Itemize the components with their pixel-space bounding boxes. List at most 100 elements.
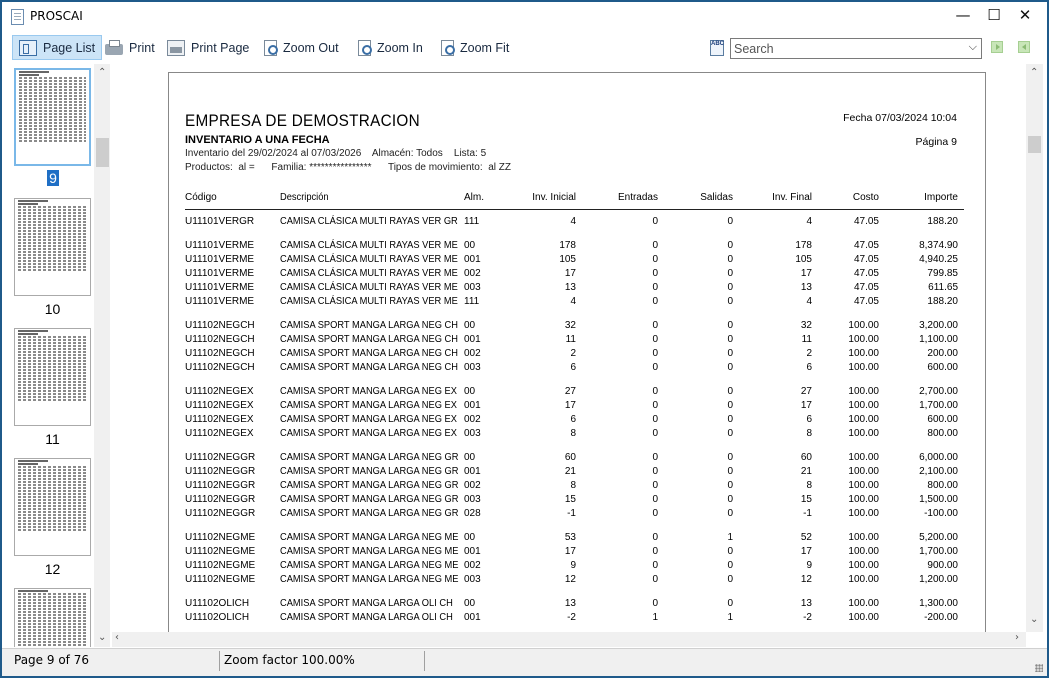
zoom-in-button[interactable]: Zoom In bbox=[352, 35, 429, 60]
maximize-button[interactable]: ☐ bbox=[977, 4, 1011, 28]
zoom-fit-button[interactable]: Zoom Fit bbox=[435, 35, 515, 60]
cell-inv-final: 27 bbox=[800, 386, 812, 397]
cell-entradas: 0 bbox=[652, 296, 658, 307]
thumbnail-page-number[interactable]: 10 bbox=[14, 301, 91, 317]
page-thumbnail[interactable] bbox=[14, 328, 91, 426]
cell-salidas: 0 bbox=[727, 400, 733, 411]
cell-costo: 100.00 bbox=[848, 546, 879, 557]
cell-inv-final: 9 bbox=[806, 560, 812, 571]
cell-codigo: U11101VERME bbox=[185, 282, 255, 293]
scroll-down-icon[interactable]: ⌄ bbox=[98, 632, 106, 643]
cell-salidas: 0 bbox=[727, 268, 733, 279]
search-combobox[interactable]: Search ⌵ bbox=[730, 38, 982, 59]
cell-codigo: U11102NEGME bbox=[185, 574, 256, 585]
cell-inv-final: 15 bbox=[800, 494, 812, 505]
thumbnail-scrollbar-handle[interactable] bbox=[96, 138, 109, 167]
cell-costo: 100.00 bbox=[848, 452, 879, 463]
thumbnail-page-number[interactable]: 11 bbox=[14, 431, 91, 447]
cell-importe: 600.00 bbox=[927, 414, 958, 425]
cell-almacen: 002 bbox=[464, 268, 481, 279]
page-thumbnail[interactable] bbox=[14, 588, 91, 647]
thumbnail-page-number[interactable]: 12 bbox=[14, 561, 91, 577]
report-title: INVENTARIO A UNA FECHA bbox=[185, 134, 330, 146]
scroll-right-icon[interactable]: › bbox=[1015, 632, 1019, 643]
cell-salidas: 0 bbox=[727, 508, 733, 519]
page-thumbnail[interactable] bbox=[14, 68, 91, 166]
cell-inv-final: 178 bbox=[795, 240, 812, 251]
cell-importe: 2,700.00 bbox=[919, 386, 958, 397]
search-input[interactable]: Search bbox=[734, 42, 774, 56]
scroll-left-icon[interactable]: ‹ bbox=[115, 632, 119, 643]
cell-costo: 100.00 bbox=[848, 532, 879, 543]
page-list-button[interactable]: Page List bbox=[12, 35, 103, 60]
cell-salidas: 0 bbox=[727, 216, 733, 227]
cell-codigo: U11102NEGME bbox=[185, 560, 256, 571]
cell-codigo: U11102NEGME bbox=[185, 546, 256, 557]
thumbnail-page-number[interactable]: 9 bbox=[47, 170, 59, 186]
cell-entradas: 0 bbox=[652, 334, 658, 345]
cell-salidas: 0 bbox=[727, 560, 733, 571]
viewer-scroll-down-icon[interactable]: ⌄ bbox=[1030, 614, 1038, 625]
cell-costo: 100.00 bbox=[848, 414, 879, 425]
cell-salidas: 1 bbox=[727, 532, 733, 543]
close-button[interactable]: ✕ bbox=[1008, 4, 1042, 28]
next-result-icon[interactable] bbox=[991, 41, 1003, 53]
chevron-down-icon[interactable]: ⌵ bbox=[969, 41, 977, 54]
cell-costo: 100.00 bbox=[848, 480, 879, 491]
cell-codigo: U11101VERME bbox=[185, 268, 255, 279]
previous-result-icon[interactable] bbox=[1018, 41, 1030, 53]
cell-entradas: 0 bbox=[652, 216, 658, 227]
resize-grip-icon[interactable] bbox=[1035, 664, 1043, 672]
cell-salidas: 0 bbox=[727, 282, 733, 293]
page-thumbnail[interactable] bbox=[14, 458, 91, 556]
document-icon bbox=[11, 9, 24, 25]
cell-entradas: 0 bbox=[652, 348, 658, 359]
cell-costo: 47.05 bbox=[853, 216, 879, 227]
minimize-button[interactable]: — bbox=[946, 4, 980, 28]
cell-codigo: U11102NEGCH bbox=[185, 334, 255, 345]
cell-salidas: 0 bbox=[727, 598, 733, 609]
cell-almacen: 001 bbox=[464, 546, 481, 557]
scroll-up-icon[interactable]: ⌃ bbox=[98, 67, 106, 78]
cell-salidas: 0 bbox=[727, 546, 733, 557]
cell-importe: 8,374.90 bbox=[919, 240, 958, 251]
cell-entradas: 0 bbox=[652, 400, 658, 411]
cell-descripcion: CAMISA CLÁSICA MULTI RAYAS VER ME bbox=[280, 282, 458, 293]
cell-entradas: 0 bbox=[652, 480, 658, 491]
cell-costo: 100.00 bbox=[848, 494, 879, 505]
cell-salidas: 0 bbox=[727, 574, 733, 585]
cell-almacen: 111 bbox=[464, 216, 480, 227]
status-bar: Page 9 of 76 Zoom factor 100.00% bbox=[2, 648, 1047, 676]
zoom-out-button[interactable]: Zoom Out bbox=[258, 35, 345, 60]
cell-entradas: 0 bbox=[652, 494, 658, 505]
cell-importe: 1,700.00 bbox=[919, 400, 958, 411]
cell-almacen: 00 bbox=[464, 320, 476, 331]
cell-codigo: U11102NEGGR bbox=[185, 508, 256, 519]
print-button[interactable]: Print bbox=[99, 35, 161, 60]
viewer-scroll-up-icon[interactable]: ⌃ bbox=[1030, 67, 1038, 78]
cell-almacen: 003 bbox=[464, 282, 481, 293]
cell-entradas: 0 bbox=[652, 268, 658, 279]
cell-inv-inicial: -2 bbox=[567, 612, 576, 623]
table-row: U11102NEGEX CAMISA SPORT MANGA LARGA NEG … bbox=[185, 414, 964, 428]
print-label: Print bbox=[129, 40, 155, 55]
header-inv-inicial: Inv. Inicial bbox=[532, 192, 576, 203]
cell-descripcion: CAMISA SPORT MANGA LARGA NEG GR bbox=[280, 466, 459, 477]
print-page-button[interactable]: Print Page bbox=[161, 35, 255, 60]
cell-inv-inicial: 6 bbox=[570, 362, 576, 373]
page-thumbnail[interactable] bbox=[14, 198, 91, 296]
cell-descripcion: CAMISA SPORT MANGA LARGA NEG EX bbox=[280, 386, 457, 397]
cell-costo: 100.00 bbox=[848, 466, 879, 477]
cell-inv-inicial: 53 bbox=[564, 532, 576, 543]
viewer-horizontal-scrollbar[interactable] bbox=[112, 632, 1026, 647]
cell-costo: 100.00 bbox=[848, 428, 879, 439]
cell-inv-inicial: 4 bbox=[570, 216, 576, 227]
viewer-scrollbar-handle[interactable] bbox=[1028, 136, 1041, 153]
cell-importe: 200.00 bbox=[927, 348, 958, 359]
spell-check-button[interactable]: ABC bbox=[704, 35, 730, 60]
cell-importe: 5,200.00 bbox=[919, 532, 958, 543]
cell-codigo: U11102NEGEX bbox=[185, 386, 254, 397]
cell-inv-inicial: 27 bbox=[564, 386, 576, 397]
cell-inv-inicial: 12 bbox=[564, 574, 576, 585]
cell-entradas: 0 bbox=[652, 254, 658, 265]
